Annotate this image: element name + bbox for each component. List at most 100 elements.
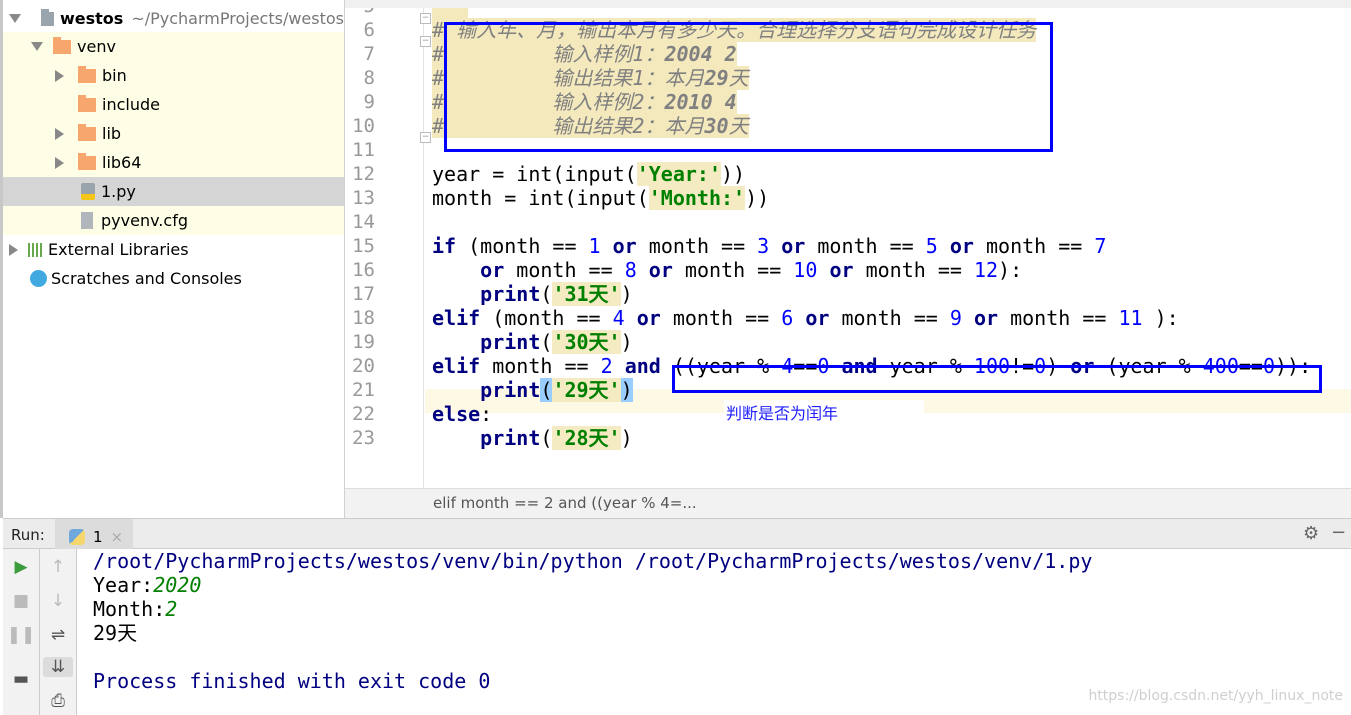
line-number: 10 xyxy=(352,115,375,137)
collapse-arrow-icon[interactable] xyxy=(55,156,64,169)
fold-icon[interactable]: − xyxy=(420,132,431,143)
code-line: or month == 8 or month == 10 or month ==… xyxy=(432,258,1347,282)
collapse-arrow-icon[interactable] xyxy=(9,243,18,256)
folder-icon xyxy=(78,65,96,83)
folder-icon xyxy=(53,36,71,54)
collapse-arrow-icon[interactable] xyxy=(55,69,64,82)
code-token: 9 xyxy=(949,306,962,330)
line-number: 23 xyxy=(352,427,375,449)
tree-item-pyvenv-cfg[interactable]: pyvenv.cfg xyxy=(3,206,344,235)
tree-item-external-libraries[interactable]: External Libraries xyxy=(3,235,344,264)
code-token: (month == xyxy=(480,306,613,330)
collapse-arrow-icon[interactable] xyxy=(55,127,64,140)
code-token: or xyxy=(781,234,806,258)
tree-item-bin[interactable]: bin xyxy=(3,61,344,90)
item-label: Scratches and Consoles xyxy=(51,269,242,288)
line-number: 17 xyxy=(352,283,375,305)
code-line: if (month == 1 or month == 3 or month ==… xyxy=(432,234,1347,258)
run-panel-header: Run: 1 × ⚙ − xyxy=(3,518,1351,549)
tree-item-scratches[interactable]: Scratches and Consoles xyxy=(3,264,344,293)
library-icon xyxy=(28,242,44,257)
line-number: 14 xyxy=(352,211,375,233)
code-token: ) xyxy=(620,378,633,402)
pause-icon[interactable]: ❚❚ xyxy=(3,625,39,645)
code-token: month == xyxy=(480,354,601,378)
print-icon[interactable]: ⎙ xyxy=(40,691,76,711)
console-line: Year:2020 xyxy=(93,573,202,597)
scroll-to-end-icon[interactable]: ⇊ xyxy=(43,657,73,677)
run-label: Run: xyxy=(11,526,45,544)
layout-icon[interactable]: ▬ xyxy=(3,669,39,689)
line-number: 6 xyxy=(363,19,375,41)
soft-wrap-icon[interactable]: ⇌ xyxy=(40,625,76,645)
project-path: ~/PycharmProjects/westos xyxy=(131,9,344,28)
code-token: # xyxy=(432,114,445,138)
tree-item-venv[interactable]: venv xyxy=(3,32,344,61)
code-token: '29天' xyxy=(552,378,621,402)
tree-item-include[interactable]: include xyxy=(3,90,344,119)
console-output[interactable]: /root/PycharmProjects/westos/venv/bin/py… xyxy=(93,549,1333,693)
code-token: elif xyxy=(432,354,481,378)
item-label: lib xyxy=(102,124,122,143)
line-number: 13 xyxy=(352,187,375,209)
tree-item-lib64[interactable]: lib64 xyxy=(3,148,344,177)
code-token: 5 xyxy=(925,234,938,258)
run-tab[interactable]: 1 × xyxy=(55,519,133,549)
highlight-box-leap-year xyxy=(672,365,1322,393)
line-number: 20 xyxy=(352,355,375,377)
code-token: 2 xyxy=(600,354,613,378)
line-gutter: 5 6 7 8 9 10 11 12 13 14 15 16 17 18 19 20 21 22 23 xyxy=(345,0,424,488)
tree-root-westos[interactable]: westos ~/PycharmProjects/westos xyxy=(3,4,344,33)
minimize-icon[interactable]: − xyxy=(1331,522,1346,543)
code-token: 11 xyxy=(1118,306,1143,330)
item-label: lib64 xyxy=(102,153,142,172)
text-file-icon xyxy=(81,212,93,229)
stop-icon[interactable]: ■ xyxy=(3,591,39,611)
code-line: print('28天') xyxy=(432,426,1347,450)
run-toolbar: ▶ ■ ❚❚ ▬ xyxy=(3,549,40,715)
code-token: month == xyxy=(853,258,974,282)
project-folder-icon xyxy=(41,8,54,26)
code-line: print('31天') xyxy=(432,282,1347,306)
code-token: month == xyxy=(998,306,1119,330)
code-token: 12 xyxy=(973,258,999,282)
rerun-icon[interactable]: ▶ xyxy=(3,557,39,577)
line-number: 7 xyxy=(363,43,375,65)
fold-icon[interactable]: − xyxy=(420,36,431,47)
line-number: 9 xyxy=(363,91,375,113)
tree-item-1py[interactable]: 1.py xyxy=(3,177,344,206)
down-arrow-icon[interactable]: ↓ xyxy=(40,591,76,611)
code-token: '31天' xyxy=(552,282,621,306)
gear-icon[interactable]: ⚙ xyxy=(1303,523,1319,544)
expand-arrow-icon[interactable] xyxy=(9,14,21,23)
code-token: elif xyxy=(432,306,481,330)
tree-item-lib[interactable]: lib xyxy=(3,119,344,148)
scratches-icon xyxy=(30,270,47,287)
code-token: )) xyxy=(721,162,746,186)
line-number: 8 xyxy=(363,67,375,89)
line-number: 19 xyxy=(352,331,375,353)
console-line: 29天 xyxy=(93,621,138,645)
code-token: # xyxy=(432,42,445,66)
up-arrow-icon[interactable]: ↑ xyxy=(40,557,76,577)
code-token: year = int(input( xyxy=(432,162,637,186)
code-line: month = int(input('Month:')) xyxy=(432,186,1347,210)
code-token: 10 xyxy=(793,258,818,282)
code-token: '28天' xyxy=(552,426,621,450)
code-token: month == xyxy=(504,258,625,282)
line-number: 12 xyxy=(352,163,375,185)
breadcrumb[interactable]: elif month == 2 and ((year % 4=... xyxy=(345,488,1351,518)
close-icon[interactable]: × xyxy=(111,528,124,546)
code-token: or xyxy=(805,306,830,330)
expand-arrow-icon[interactable] xyxy=(31,42,43,51)
code-token: 7 xyxy=(1094,234,1107,258)
fold-icon[interactable]: − xyxy=(420,13,431,24)
item-label: 1.py xyxy=(101,182,136,201)
